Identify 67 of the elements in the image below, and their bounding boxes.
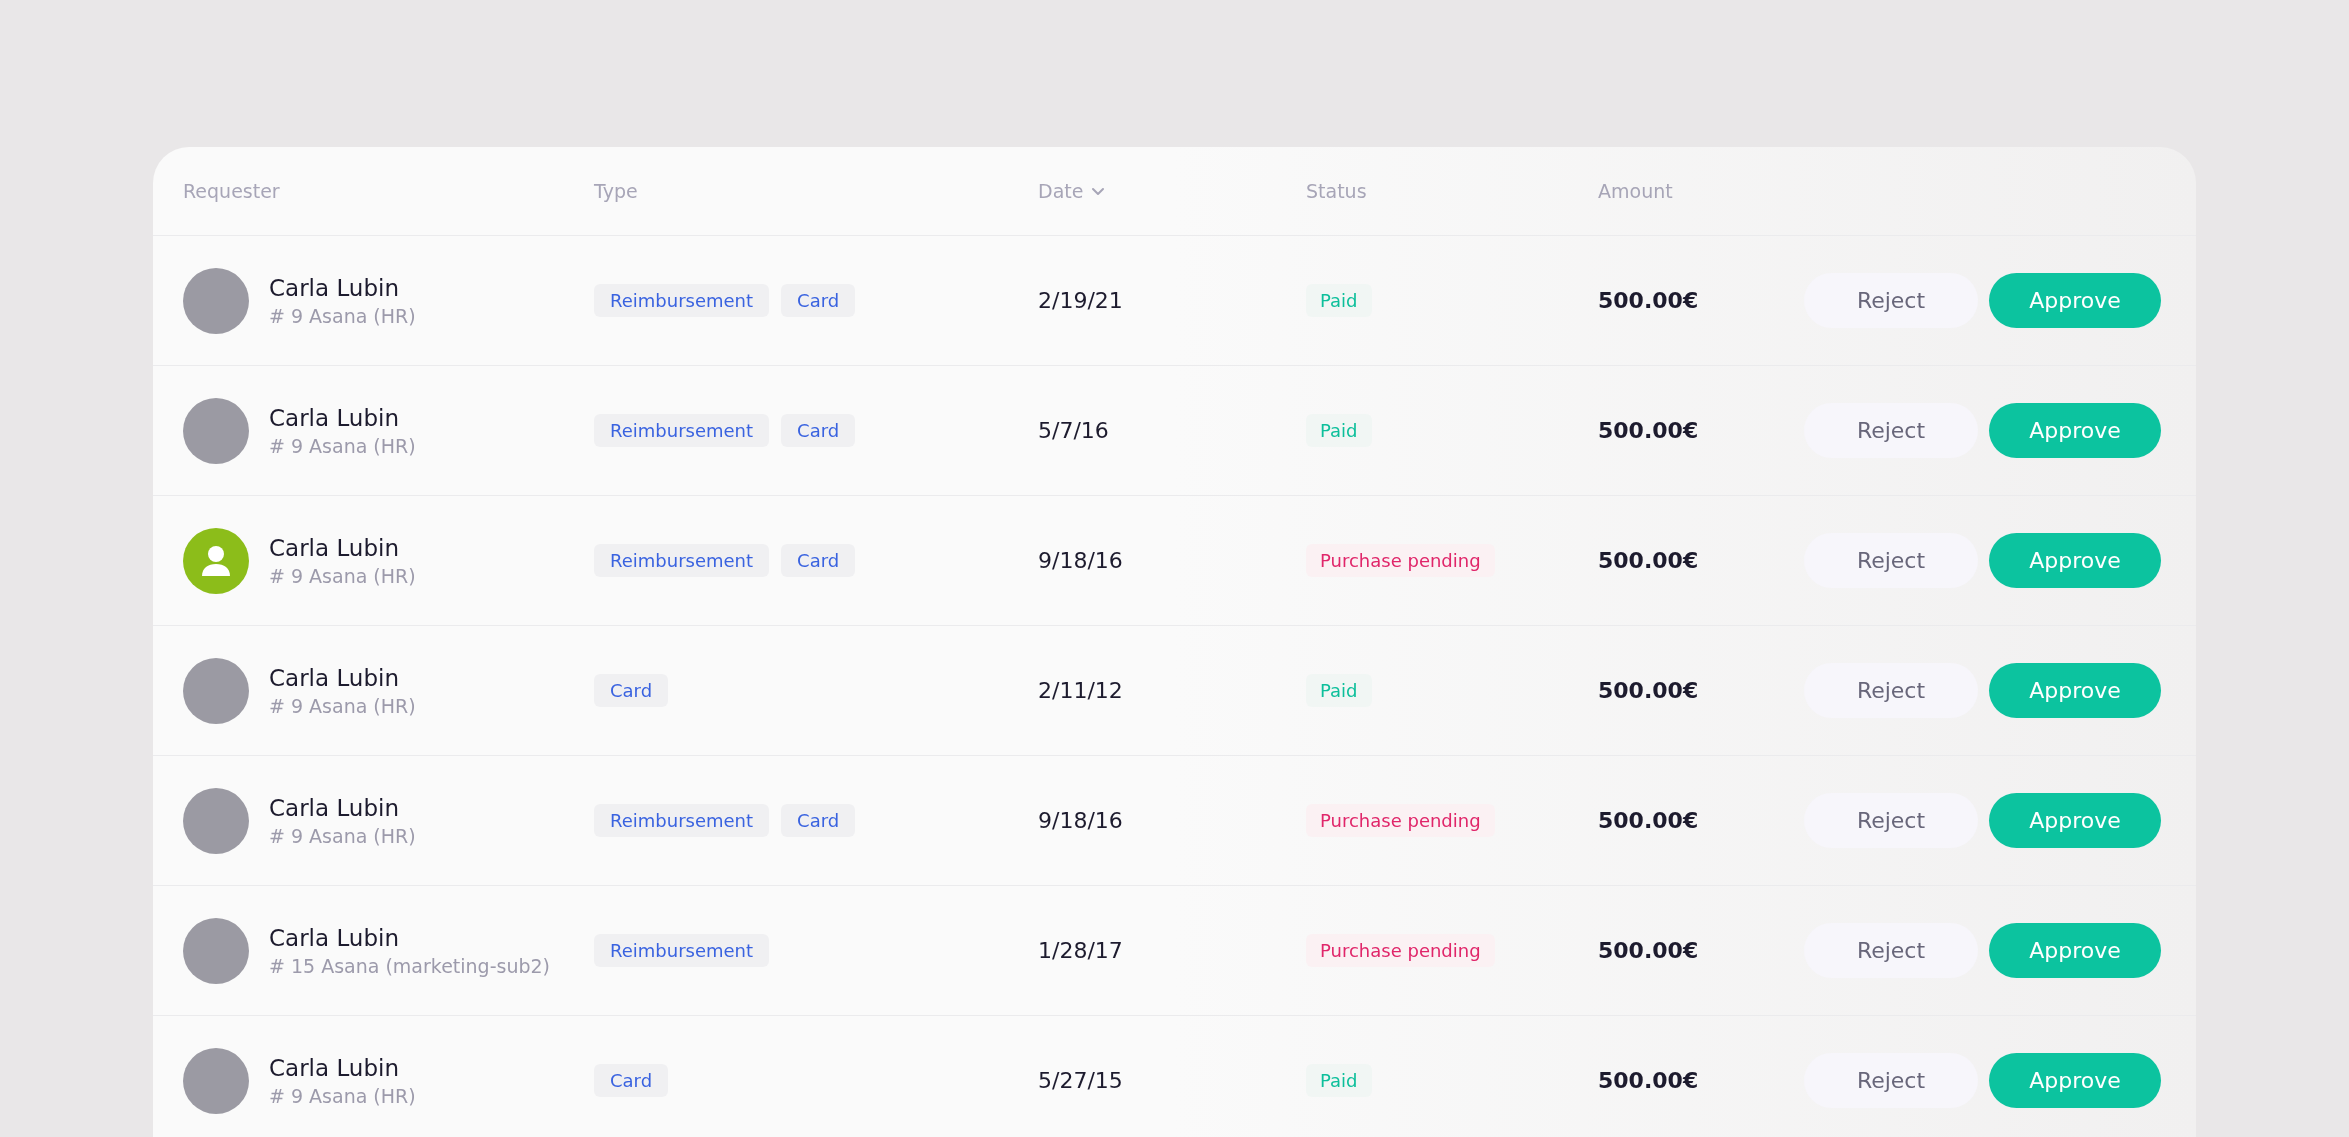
approve-button[interactable]: Approve — [1989, 533, 2161, 588]
requester-team: # 9 Asana (HR) — [269, 564, 416, 587]
date-text: 2/11/12 — [1038, 678, 1124, 703]
column-header: Requester — [183, 180, 280, 202]
date-text: 5/27/15 — [1038, 1068, 1124, 1093]
requester-name: Carla Lubin — [269, 274, 400, 301]
reject-button[interactable]: Reject — [1804, 533, 1978, 588]
requester-team: # 9 Asana (HR) — [269, 694, 416, 717]
requester-name: Carla Lubin — [269, 924, 400, 951]
approve-button[interactable]: Approve — [1989, 1053, 2161, 1108]
type-tag: Reimbursement — [594, 284, 770, 317]
date-text: 9/18/16 — [1038, 808, 1124, 833]
type-tag: Card — [781, 544, 856, 577]
amount-text: 500.00€ — [1598, 808, 1700, 833]
amount-text: 500.00€ — [1598, 288, 1700, 313]
amount-text: 500.00€ — [1598, 418, 1700, 443]
type-tag: Reimbursement — [594, 804, 770, 837]
status-tag: Purchase pending — [1306, 804, 1495, 837]
type-tag: Card — [781, 804, 856, 837]
status-tag: Paid — [1306, 674, 1372, 707]
status-tag: Paid — [1306, 414, 1372, 447]
requester-name: Carla Lubin — [269, 664, 400, 691]
requester-name: Carla Lubin — [269, 404, 400, 431]
date-text: 5/7/16 — [1038, 418, 1110, 443]
status-tag: Purchase pending — [1306, 544, 1495, 577]
status-tag: Paid — [1306, 1064, 1372, 1097]
reject-button[interactable]: Reject — [1804, 273, 1978, 328]
date-text: 9/18/16 — [1038, 548, 1124, 573]
amount-text: 500.00€ — [1598, 938, 1700, 963]
reject-button[interactable]: Reject — [1804, 923, 1978, 978]
status-tag: Purchase pending — [1306, 934, 1495, 967]
column-header: Type — [594, 180, 638, 202]
type-tag: Reimbursement — [594, 414, 770, 447]
requester-team: # 9 Asana (HR) — [269, 434, 416, 457]
date-text: 2/19/21 — [1038, 288, 1124, 313]
status-tag: Paid — [1306, 284, 1372, 317]
approve-button[interactable]: Approve — [1989, 793, 2161, 848]
date-text: 1/28/17 — [1038, 938, 1124, 963]
amount-text: 500.00€ — [1598, 678, 1700, 703]
type-tag: Reimbursement — [594, 544, 770, 577]
requester-name: Carla Lubin — [269, 534, 400, 561]
chevron-down-icon — [1091, 186, 1106, 196]
amount-text: 500.00€ — [1598, 548, 1700, 573]
approve-button[interactable]: Approve — [1989, 273, 2161, 328]
reject-button[interactable]: Reject — [1804, 663, 1978, 718]
person-silhouette-icon — [201, 544, 231, 577]
column-header: Status — [1306, 180, 1367, 202]
approve-button[interactable]: Approve — [1989, 663, 2161, 718]
requester-team: # 9 Asana (HR) — [269, 304, 416, 327]
type-tag: Card — [594, 674, 669, 707]
column-header: Amount — [1598, 180, 1673, 202]
column-header[interactable]: Date — [1038, 180, 1084, 202]
requester-team: # 9 Asana (HR) — [269, 824, 416, 847]
reject-button[interactable]: Reject — [1804, 403, 1978, 458]
amount-text: 500.00€ — [1598, 1068, 1700, 1093]
approve-button[interactable]: Approve — [1989, 923, 2161, 978]
type-tag: Reimbursement — [594, 934, 770, 967]
reject-button[interactable]: Reject — [1804, 1053, 1978, 1108]
requester-team: # 9 Asana (HR) — [269, 1084, 416, 1107]
type-tag: Card — [781, 284, 856, 317]
approve-button[interactable]: Approve — [1989, 403, 2161, 458]
reject-button[interactable]: Reject — [1804, 793, 1978, 848]
requester-name: Carla Lubin — [269, 1054, 400, 1081]
requester-name: Carla Lubin — [269, 794, 400, 821]
requester-team: # 15 Asana (marketing-sub2) — [269, 954, 551, 977]
type-tag: Card — [781, 414, 856, 447]
type-tag: Card — [594, 1064, 669, 1097]
